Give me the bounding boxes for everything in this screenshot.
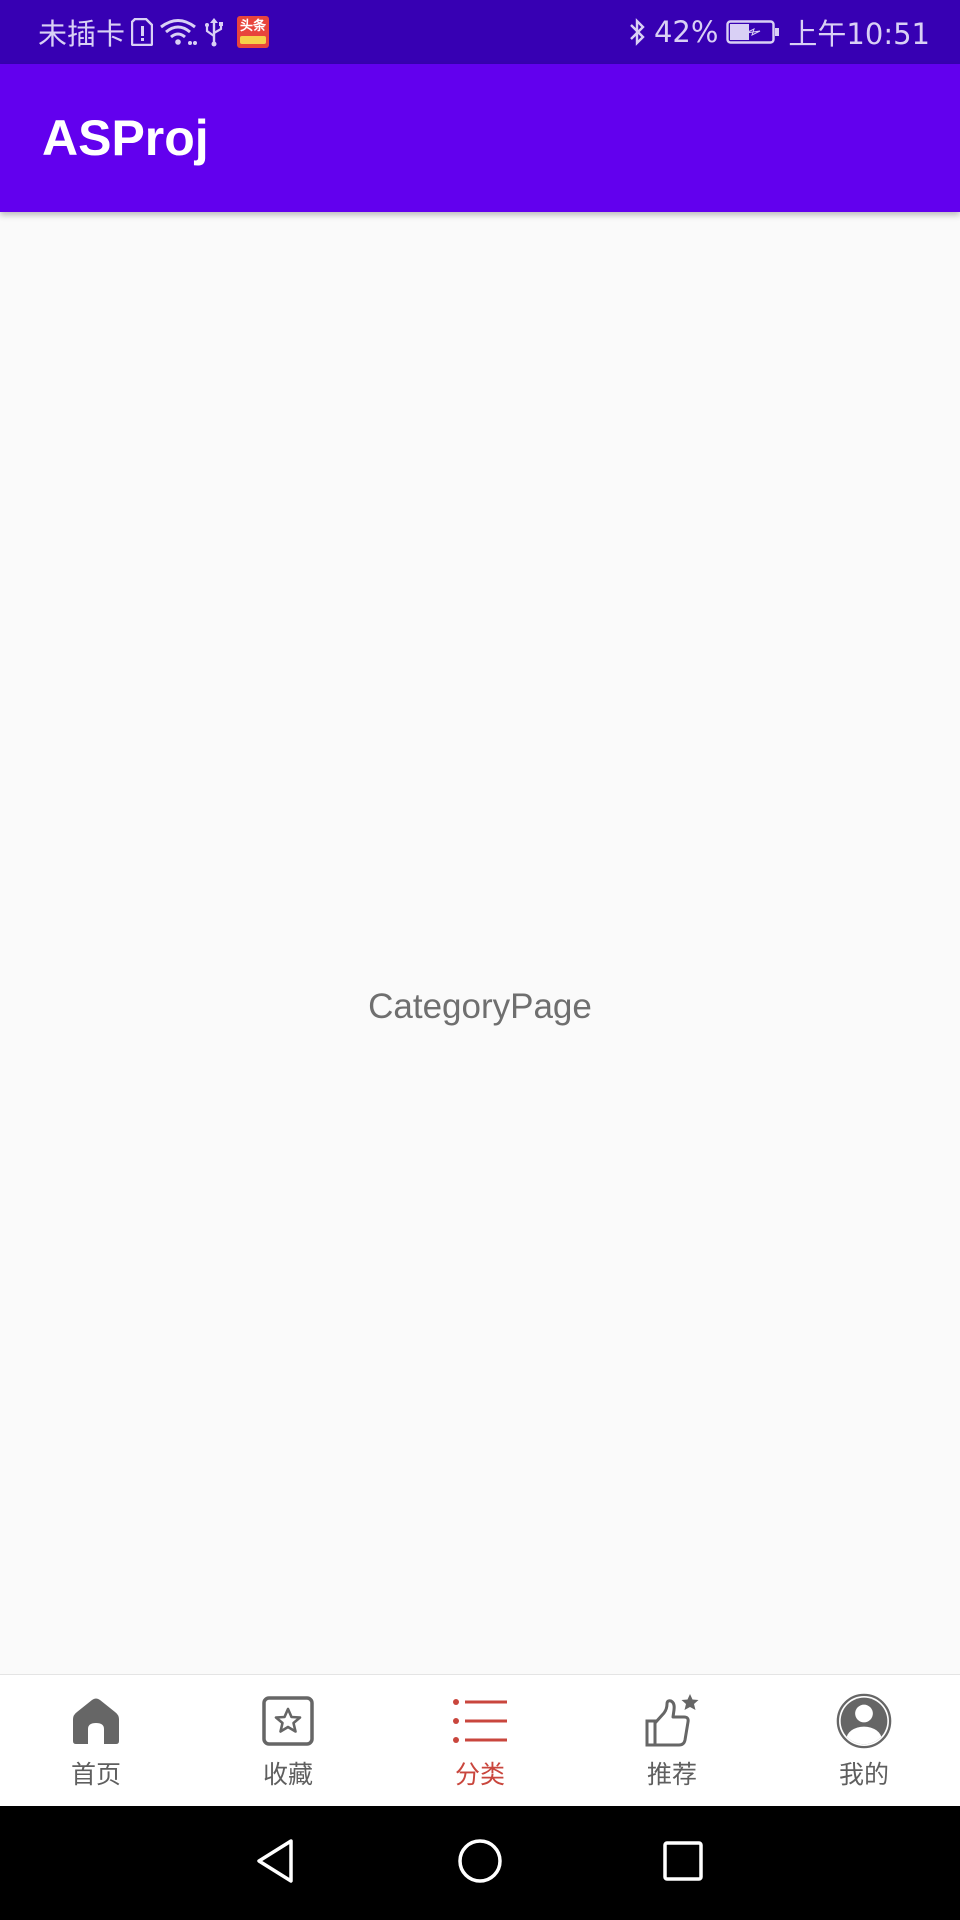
nav-label-profile: 我的 [838, 1760, 889, 1789]
wifi-icon [159, 18, 198, 46]
sim-alert-icon [131, 18, 154, 46]
clock-text: 上午10:51 [788, 17, 930, 51]
battery-percent: 42% [653, 15, 719, 49]
category-page-content [0, 212, 960, 1674]
thumbs-up-star-icon [644, 1693, 700, 1749]
home-icon [68, 1693, 124, 1749]
news-app-icon: 头条 [237, 16, 270, 48]
nav-label-recommend: 推荐 [646, 1760, 697, 1789]
battery-charging-icon [726, 18, 780, 46]
nav-item-home[interactable]: 首页 [0, 1675, 192, 1807]
nav-item-recommend[interactable]: 推荐 [576, 1675, 768, 1807]
nav-item-favorites[interactable]: 收藏 [192, 1675, 384, 1807]
recents-button[interactable] [643, 1806, 723, 1920]
screen: 未插卡 头条 42% 上午10:51 ASProj CategoryPage 首… [0, 0, 960, 1920]
news-app-icon-text: 头条 [240, 19, 267, 34]
bluetooth-icon [628, 17, 646, 47]
nav-item-profile[interactable]: 我的 [768, 1675, 960, 1807]
app-title: ASProj [42, 110, 209, 166]
status-left: 未插卡 头条 [38, 0, 270, 64]
system-navigation-bar [0, 1806, 960, 1920]
news-app-icon-strip [240, 36, 267, 44]
list-icon [452, 1693, 508, 1749]
carrier-text: 未插卡 [38, 17, 126, 51]
nav-label-home: 首页 [70, 1760, 121, 1789]
home-circle-icon [456, 1837, 504, 1889]
star-box-icon [260, 1693, 316, 1749]
nav-label-favorites: 收藏 [262, 1760, 313, 1789]
recents-square-icon [661, 1839, 705, 1887]
home-button[interactable] [440, 1806, 520, 1920]
nav-item-category[interactable]: 分类 [384, 1675, 576, 1807]
profile-icon [836, 1693, 892, 1749]
nav-label-category: 分类 [454, 1760, 505, 1789]
usb-icon [203, 17, 225, 47]
status-right: 42% 上午10:51 [628, 0, 930, 64]
category-page-label: CategoryPage [368, 987, 592, 1026]
bottom-navigation: 首页 收藏 分类 推荐 我的 [0, 1674, 960, 1807]
back-triangle-icon [253, 1837, 297, 1889]
back-button[interactable] [235, 1806, 315, 1920]
app-bar: ASProj [0, 64, 960, 212]
status-bar: 未插卡 头条 42% 上午10:51 [0, 0, 960, 64]
